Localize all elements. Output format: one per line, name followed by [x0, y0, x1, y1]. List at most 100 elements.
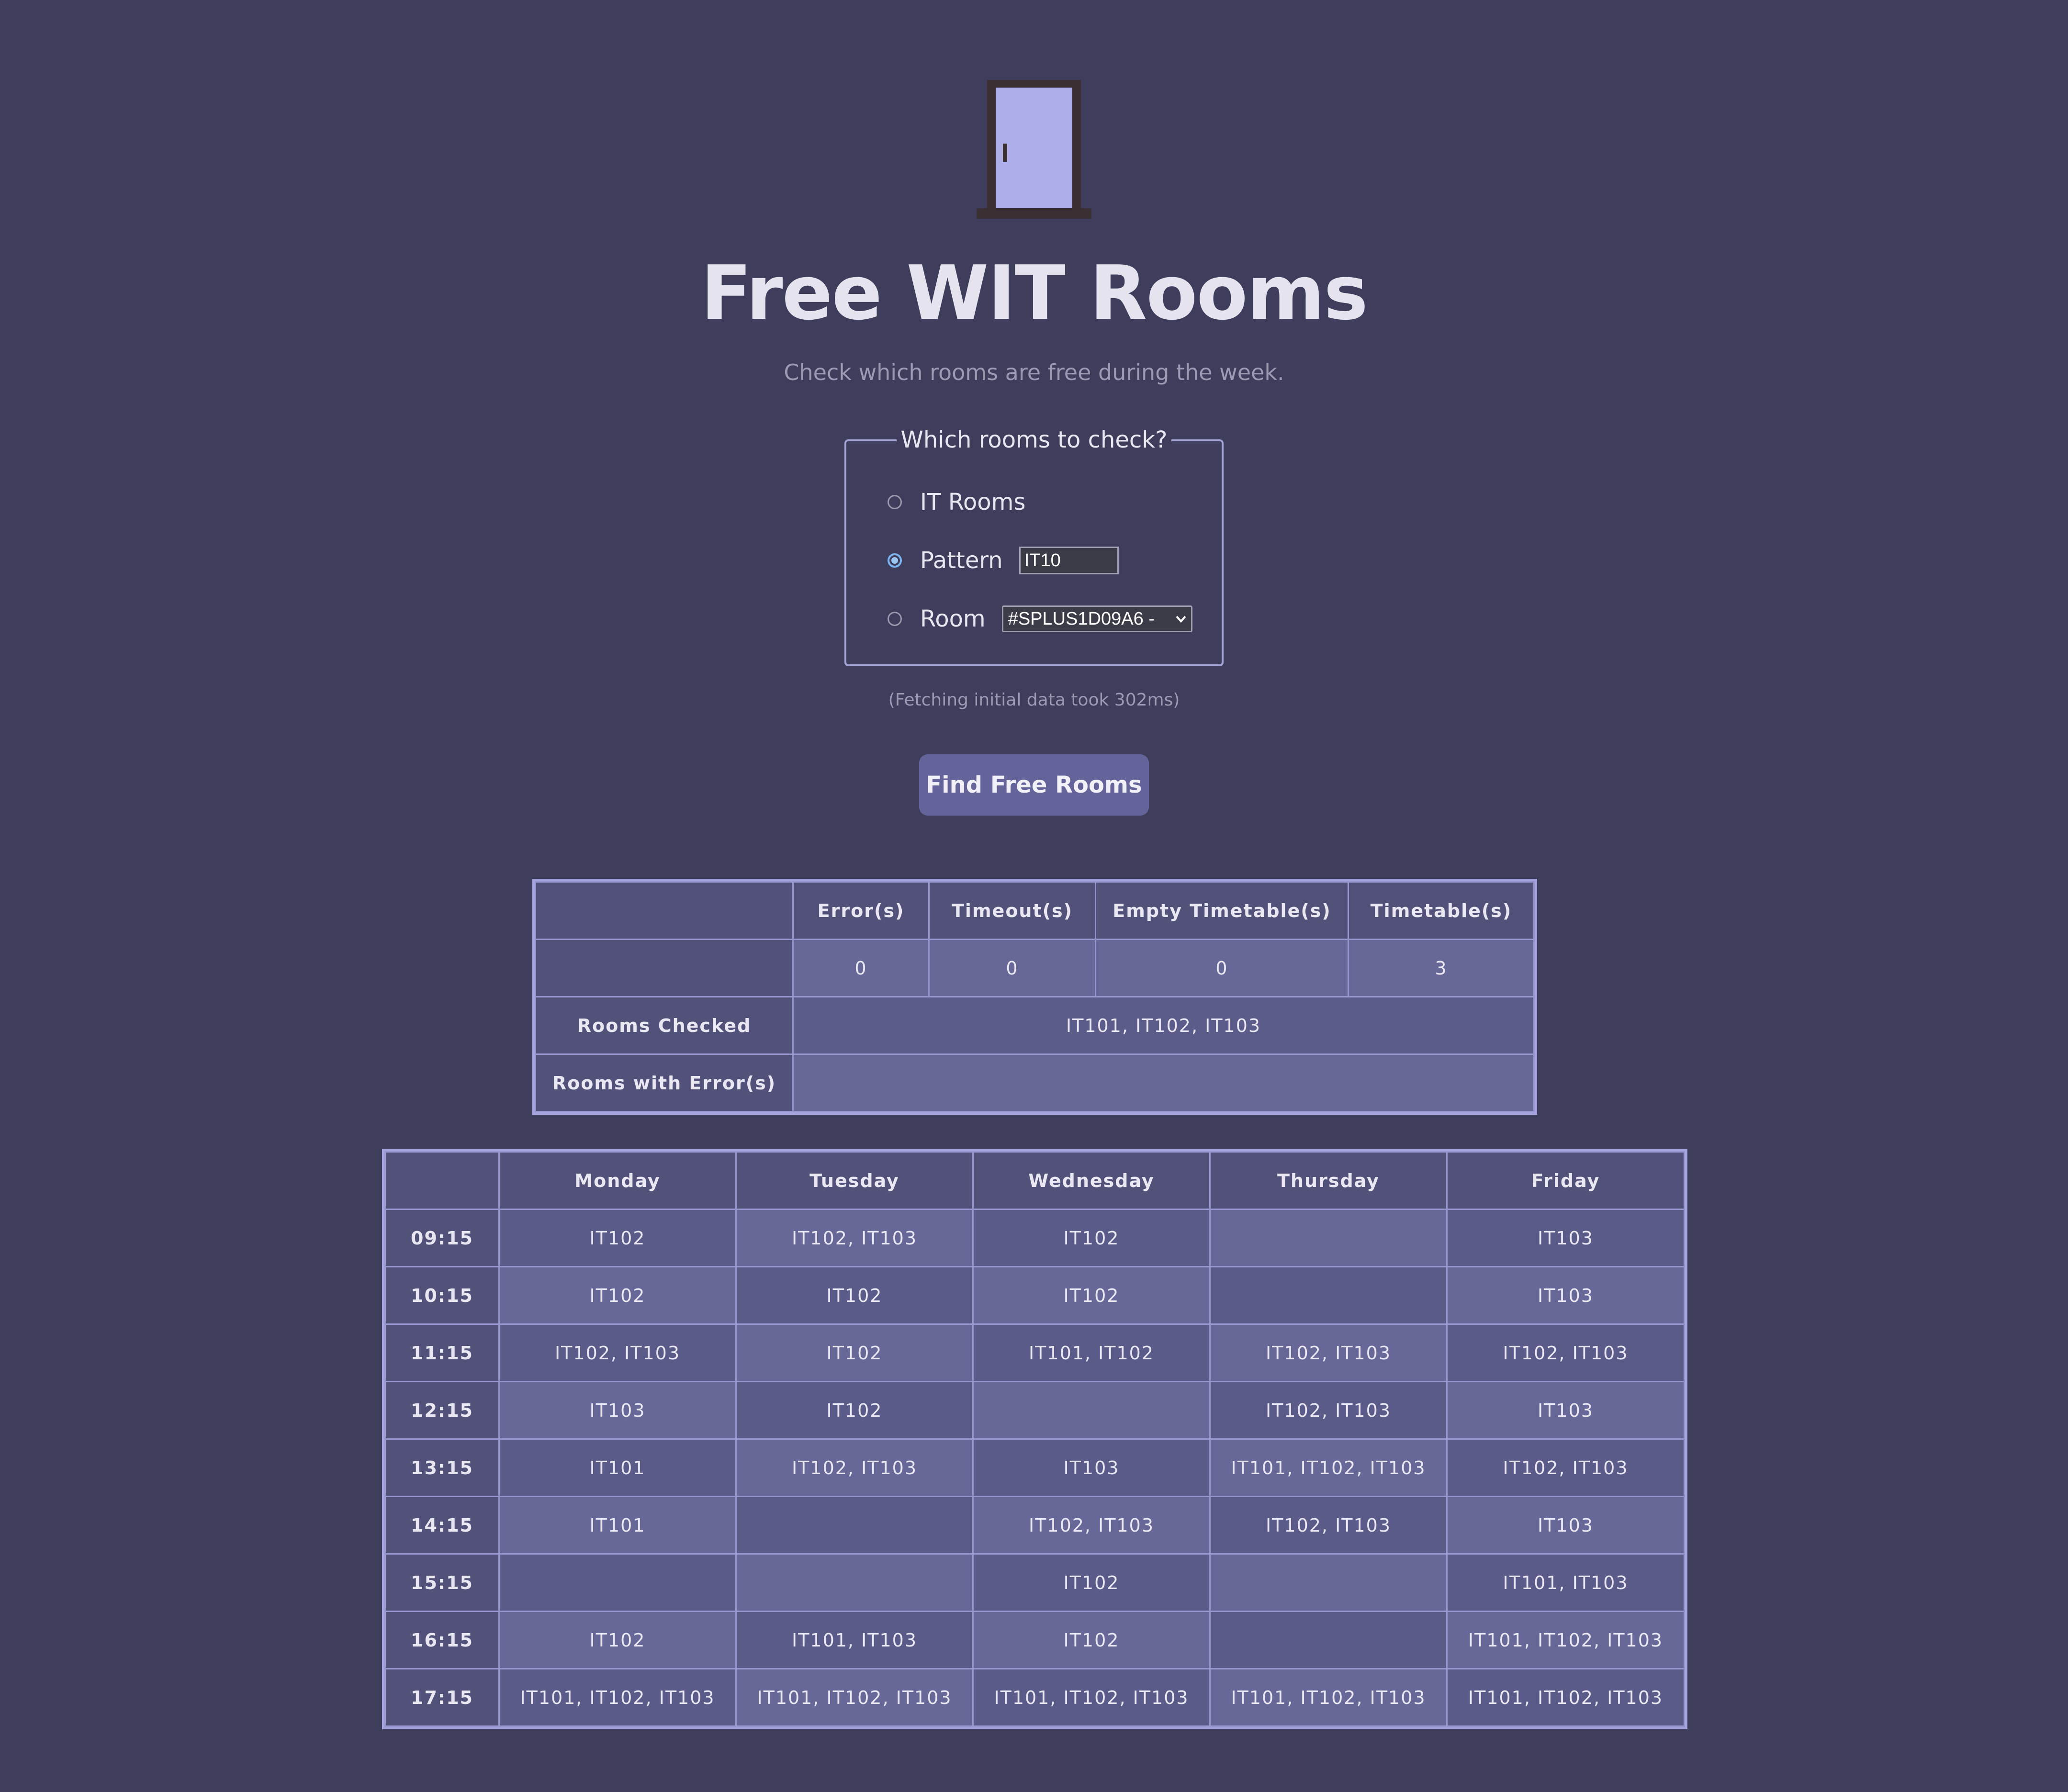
chevron-down-icon	[1176, 616, 1186, 623]
summary-header-empty: Empty Timetable(s)	[1095, 881, 1349, 940]
time-slot-label: 16:15	[384, 1611, 500, 1669]
free-rooms-cell: IT101, IT102, IT103	[1209, 1438, 1448, 1497]
summary-header-errors: Error(s)	[792, 881, 930, 940]
free-rooms-cell: IT102, IT103	[735, 1438, 974, 1497]
day-header: Monday	[498, 1151, 737, 1210]
summary-count-errors: 0	[792, 939, 930, 997]
free-rooms-cell: IT102, IT103	[1209, 1323, 1448, 1382]
find-free-rooms-button[interactable]: Find Free Rooms	[919, 754, 1149, 816]
page-title: Free WIT Rooms	[700, 249, 1368, 336]
time-slot-label: 13:15	[384, 1438, 500, 1497]
free-rooms-cell: IT102, IT103	[1209, 1496, 1448, 1555]
free-rooms-cell: IT101	[498, 1438, 737, 1497]
summary-header-timeouts: Timeout(s)	[928, 881, 1096, 940]
free-rooms-cell: IT101, IT103	[735, 1611, 974, 1669]
free-rooms-cell	[972, 1381, 1211, 1440]
free-rooms-cell: IT102, IT103	[972, 1496, 1211, 1555]
pattern-label[interactable]: Pattern	[920, 547, 1003, 574]
free-rooms-cell	[735, 1553, 974, 1612]
time-slot-label: 11:15	[384, 1323, 500, 1382]
free-rooms-cell: IT101, IT102, IT103	[735, 1668, 974, 1727]
free-rooms-cell: IT101, IT103	[1446, 1553, 1685, 1612]
room-radio[interactable]	[888, 612, 902, 626]
free-rooms-cell: IT101, IT102, IT103	[972, 1668, 1211, 1727]
room-select[interactable]: #SPLUS1D09A6 -	[1001, 605, 1192, 632]
time-slot-label: 12:15	[384, 1381, 500, 1440]
free-rooms-cell: IT101, IT102	[972, 1323, 1211, 1382]
free-rooms-timetable: Monday Tuesday Wednesday Thursday Friday…	[382, 1149, 1687, 1729]
free-rooms-cell: IT102, IT103	[735, 1209, 974, 1267]
fieldset-legend: Which rooms to check?	[846, 423, 1222, 457]
summary-corner-cell	[535, 881, 794, 940]
timetable-row: 12:15 IT103 IT102 IT102, IT103 IT103	[384, 1381, 1685, 1440]
option-it-rooms[interactable]: IT Rooms	[888, 485, 1025, 519]
time-slot-label: 15:15	[384, 1553, 500, 1612]
free-rooms-cell: IT102, IT103	[1446, 1323, 1685, 1382]
free-rooms-cell: IT102	[972, 1553, 1211, 1612]
free-rooms-cell: IT102, IT103	[1446, 1438, 1685, 1497]
free-rooms-cell	[1209, 1209, 1448, 1267]
free-rooms-cell: IT101, IT102, IT103	[1209, 1668, 1448, 1727]
summary-header-row: Error(s) Timeout(s) Empty Timetable(s) T…	[535, 881, 1535, 940]
summary-count-empty: 0	[1095, 939, 1349, 997]
rooms-error-label: Rooms with Error(s)	[535, 1053, 794, 1112]
room-label[interactable]: Room	[920, 605, 986, 632]
free-rooms-cell	[1209, 1553, 1448, 1612]
summary-header-timetables: Timetable(s)	[1348, 881, 1535, 940]
free-rooms-cell	[1209, 1266, 1448, 1325]
it-rooms-radio[interactable]	[888, 495, 902, 509]
fieldset-legend-text: Which rooms to check?	[897, 426, 1171, 453]
free-rooms-cell: IT102	[498, 1266, 737, 1325]
summary-count-timeouts: 0	[928, 939, 1096, 997]
summary-table: Error(s) Timeout(s) Empty Timetable(s) T…	[532, 879, 1537, 1115]
option-room[interactable]: Room #SPLUS1D09A6 -	[888, 602, 1192, 636]
free-rooms-cell: IT102	[498, 1611, 737, 1669]
free-rooms-cell: IT102	[735, 1323, 974, 1382]
timetable-row: 11:15 IT102, IT103 IT102 IT101, IT102 IT102,…	[384, 1323, 1685, 1382]
timetable-row: 17:15 IT101, IT102, IT103 IT101, IT102, IT…	[384, 1668, 1685, 1727]
time-slot-label: 14:15	[384, 1496, 500, 1555]
summary-counts-row: 0 0 0 3	[535, 939, 1535, 997]
timetable-row: 13:15 IT101 IT102, IT103 IT103 IT101, IT102,…	[384, 1438, 1685, 1497]
day-header: Tuesday	[735, 1151, 974, 1210]
free-rooms-cell: IT102	[498, 1209, 737, 1267]
rooms-error-value	[792, 1053, 1535, 1112]
free-rooms-cell: IT103	[1446, 1209, 1685, 1267]
free-rooms-cell: IT103	[1446, 1381, 1685, 1440]
fetch-timing-note: (Fetching initial data took 302ms)	[888, 690, 1180, 710]
summary-rooms-checked-row: Rooms Checked IT101, IT102, IT103	[535, 996, 1535, 1055]
free-rooms-cell: IT101, IT102, IT103	[498, 1668, 737, 1727]
time-slot-label: 10:15	[384, 1266, 500, 1325]
door-icon	[977, 80, 1091, 219]
free-rooms-cell: IT102, IT103	[498, 1323, 737, 1382]
free-rooms-cell: IT103	[498, 1381, 737, 1440]
page-subtitle: Check which rooms are free during the we…	[784, 359, 1284, 385]
room-selection-fieldset: Which rooms to check? IT Rooms Pattern I…	[844, 426, 1224, 666]
summary-count-timetables: 3	[1348, 939, 1535, 997]
free-rooms-cell	[498, 1553, 737, 1612]
free-rooms-cell: IT102, IT103	[1209, 1381, 1448, 1440]
summary-rooms-error-row: Rooms with Error(s)	[535, 1053, 1535, 1112]
free-rooms-cell	[735, 1496, 974, 1555]
free-rooms-cell: IT102	[972, 1611, 1211, 1669]
free-rooms-cell: IT103	[972, 1438, 1211, 1497]
timetable-row: 09:15 IT102 IT102, IT103 IT102 IT103	[384, 1209, 1685, 1267]
day-header: Friday	[1446, 1151, 1685, 1210]
free-rooms-cell: IT102	[735, 1381, 974, 1440]
pattern-radio[interactable]	[888, 553, 902, 568]
free-rooms-cell: IT102	[972, 1209, 1211, 1267]
free-rooms-cell	[1209, 1611, 1448, 1669]
rooms-checked-value: IT101, IT102, IT103	[792, 996, 1535, 1055]
pattern-input[interactable]: IT10	[1019, 547, 1119, 574]
rooms-checked-label: Rooms Checked	[535, 996, 794, 1055]
free-rooms-cell: IT101	[498, 1496, 737, 1555]
option-pattern[interactable]: Pattern IT10	[888, 544, 1119, 577]
timetable-header-row: Monday Tuesday Wednesday Thursday Friday	[384, 1151, 1685, 1210]
free-rooms-cell: IT102	[972, 1266, 1211, 1325]
free-rooms-cell: IT103	[1446, 1266, 1685, 1325]
free-rooms-cell: IT101, IT102, IT103	[1446, 1668, 1685, 1727]
it-rooms-label[interactable]: IT Rooms	[920, 489, 1025, 515]
timetable-row: 15:15 IT102 IT101, IT103	[384, 1553, 1685, 1612]
free-rooms-cell: IT101, IT102, IT103	[1446, 1611, 1685, 1669]
time-slot-label: 17:15	[384, 1668, 500, 1727]
